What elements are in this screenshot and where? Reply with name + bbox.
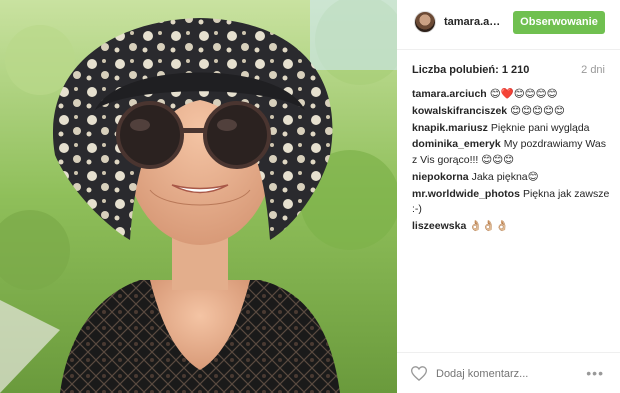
- comment-footer: •••: [397, 352, 620, 393]
- comment-item: dominika_emeryk My pozdrawiamy Was z Vis …: [412, 137, 612, 169]
- comments-list: tamara.arciuch 😊❤️😊😊😊😊 kowalskifranciszek…: [412, 87, 612, 236]
- comment-text: 😊❤️😊😊😊😊: [489, 88, 558, 100]
- comment-username[interactable]: kowalskifranciszek: [412, 105, 507, 117]
- avatar[interactable]: [414, 11, 436, 33]
- comment-item: niepokorna Jaka piękna😊: [412, 170, 612, 186]
- post-image: [0, 0, 397, 393]
- post-sidebar: tamara.arc... Obserwowanie Liczba polubi…: [397, 0, 620, 393]
- comment-username[interactable]: dominika_emeryk: [412, 138, 501, 150]
- comment-username[interactable]: knapik.mariusz: [412, 122, 488, 134]
- comment-username[interactable]: mr.worldwide_photos: [412, 188, 520, 200]
- post-header: tamara.arc... Obserwowanie: [397, 0, 620, 50]
- likes-row: Liczba polubień: 1 210 2 dni: [412, 64, 605, 78]
- comment-item: tamara.arciuch 😊❤️😊😊😊😊: [412, 87, 612, 103]
- comment-username[interactable]: tamara.arciuch: [412, 88, 487, 100]
- comment-text: Pięknie pani wygląda: [490, 121, 590, 134]
- post-timestamp[interactable]: 2 dni: [581, 64, 605, 76]
- likes-count[interactable]: Liczba polubień: 1 210: [412, 64, 529, 76]
- comment-item: kowalskifranciszek 😊😊😊😊😊: [412, 104, 612, 120]
- comment-text: Jaka piękna😊: [471, 170, 539, 183]
- comment-item: liszeewska 👌🏼👌🏼👌🏼: [412, 219, 612, 235]
- comment-input[interactable]: [436, 368, 576, 380]
- post-photo[interactable]: [0, 0, 397, 393]
- comment-username[interactable]: niepokorna: [412, 171, 469, 183]
- heart-icon[interactable]: [411, 366, 427, 381]
- comment-item: knapik.mariusz Pięknie pani wygląda: [412, 121, 612, 137]
- comment-username[interactable]: liszeewska: [412, 220, 466, 232]
- comment-text: 👌🏼👌🏼👌🏼: [469, 220, 509, 232]
- more-options-icon[interactable]: •••: [586, 365, 604, 381]
- follow-button[interactable]: Obserwowanie: [513, 11, 605, 34]
- username-link[interactable]: tamara.arc...: [444, 16, 502, 28]
- comment-text: 😊😊😊😊😊: [510, 104, 565, 117]
- comment-item: mr.worldwide_photos Piękna jak zawsze :-): [412, 187, 612, 219]
